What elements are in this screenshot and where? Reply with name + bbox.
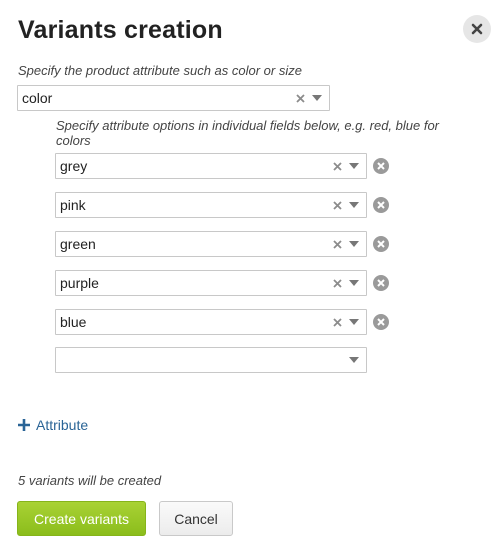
option-select-green[interactable]: green xyxy=(55,231,367,257)
attribute-hint: Specify the product attribute such as co… xyxy=(18,63,302,78)
attribute-select-value: color xyxy=(22,90,53,106)
chevron-down-icon[interactable] xyxy=(310,91,324,105)
remove-option-button[interactable] xyxy=(373,158,389,174)
create-variants-button[interactable]: Create variants xyxy=(17,501,146,536)
option-select-grey[interactable]: grey xyxy=(55,153,367,179)
remove-circle-icon xyxy=(373,158,389,174)
chevron-down-icon[interactable] xyxy=(347,237,361,251)
option-select-pink[interactable]: pink xyxy=(55,192,367,218)
chevron-down-icon[interactable] xyxy=(347,276,361,290)
remove-option-button[interactable] xyxy=(373,314,389,330)
variants-dialog: Variants creation Specify the product at… xyxy=(0,0,502,546)
plus-icon xyxy=(18,419,30,431)
chevron-down-icon[interactable] xyxy=(347,315,361,329)
option-select-value: blue xyxy=(60,314,87,330)
add-attribute-link[interactable]: Attribute xyxy=(18,417,88,433)
dialog-title: Variants creation xyxy=(18,16,223,44)
remove-option-button[interactable] xyxy=(373,197,389,213)
clear-icon[interactable] xyxy=(330,159,344,173)
option-select-value: purple xyxy=(60,275,99,291)
remove-circle-icon xyxy=(373,314,389,330)
clear-icon[interactable] xyxy=(293,91,307,105)
clear-icon[interactable] xyxy=(330,315,344,329)
options-hint: Specify attribute options in individual … xyxy=(56,118,440,148)
remove-circle-icon xyxy=(373,236,389,252)
cancel-button[interactable]: Cancel xyxy=(159,501,233,536)
add-attribute-label: Attribute xyxy=(36,417,89,433)
option-select-blue[interactable]: blue xyxy=(55,309,367,335)
close-icon xyxy=(471,23,483,35)
remove-option-button[interactable] xyxy=(373,236,389,252)
remove-option-button[interactable] xyxy=(373,275,389,291)
close-button[interactable] xyxy=(463,15,491,43)
option-select-purple[interactable]: purple xyxy=(55,270,367,296)
option-select-value: pink xyxy=(60,197,86,213)
attribute-select[interactable]: color xyxy=(17,85,330,111)
remove-circle-icon xyxy=(373,275,389,291)
clear-icon[interactable] xyxy=(330,276,344,290)
chevron-down-icon[interactable] xyxy=(347,198,361,212)
option-select-value: green xyxy=(60,236,96,252)
clear-icon[interactable] xyxy=(330,237,344,251)
chevron-down-icon[interactable] xyxy=(347,353,361,367)
new-option-select[interactable] xyxy=(55,347,367,373)
chevron-down-icon[interactable] xyxy=(347,159,361,173)
option-select-value: grey xyxy=(60,158,88,174)
remove-circle-icon xyxy=(373,197,389,213)
clear-icon[interactable] xyxy=(330,198,344,212)
variants-count-text: 5 variants will be created xyxy=(18,473,162,488)
